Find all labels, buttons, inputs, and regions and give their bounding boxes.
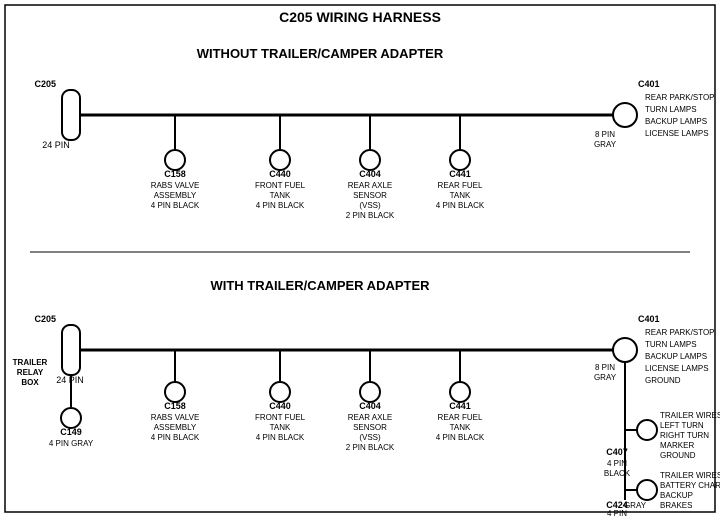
- c441-sub3-s2: 4 PIN BLACK: [436, 433, 485, 442]
- c404-sub-s2: REAR AXLE: [348, 413, 392, 422]
- c149-sub: 4 PIN GRAY: [49, 439, 94, 448]
- c401-sub-s2: 8 PIN: [595, 363, 615, 372]
- c158-sub-s1: RABS VALVE: [151, 181, 200, 190]
- c404-sub2-s1: SENSOR: [353, 191, 387, 200]
- c401-right5-s2: GROUND: [645, 376, 681, 385]
- c424-sub: 4 PIN: [607, 509, 627, 517]
- c401-right4-s1: LICENSE LAMPS: [645, 129, 709, 138]
- section2-label: WITH TRAILER/CAMPER ADAPTER: [210, 278, 430, 293]
- c440-id-s1: C440: [269, 169, 291, 179]
- c149-id: C149: [60, 427, 82, 437]
- c440-id-s2: C440: [269, 401, 291, 411]
- c401-id-s2: C401: [638, 314, 660, 324]
- c407-right4: MARKER: [660, 441, 694, 450]
- c401-sub2-s2: GRAY: [594, 373, 617, 382]
- c441-sub2-s1: TANK: [450, 191, 471, 200]
- c158-sub-s2: RABS VALVE: [151, 413, 200, 422]
- c404-id-s1: C404: [359, 169, 381, 179]
- c401-right1-s2: REAR PARK/STOP: [645, 328, 715, 337]
- c401-right2-s1: TURN LAMPS: [645, 105, 697, 114]
- c440-sub3-s1: 4 PIN BLACK: [256, 201, 305, 210]
- c440-sub2-s2: TANK: [270, 423, 291, 432]
- c158-sub2-s2: ASSEMBLY: [154, 423, 197, 432]
- c205-label-s2: C205: [34, 314, 56, 324]
- c424-right3: BACKUP: [660, 491, 693, 500]
- c404-sub2-s2: SENSOR: [353, 423, 387, 432]
- section1-label: WITHOUT TRAILER/CAMPER ADAPTER: [197, 46, 444, 61]
- c407-id: C407: [606, 447, 628, 457]
- c401-right4-s2: LICENSE LAMPS: [645, 364, 709, 373]
- c404-sub-s1: REAR AXLE: [348, 181, 392, 190]
- c205-label-s1: C205: [34, 79, 56, 89]
- c158-sub3-s1: 4 PIN BLACK: [151, 201, 200, 210]
- c407-right3: RIGHT TURN: [660, 431, 709, 440]
- c424-gray: GRAY: [624, 501, 647, 510]
- c441-id-s1: C441: [449, 169, 471, 179]
- wiring-diagram: C205 WIRING HARNESS WITHOUT TRAILER/CAMP…: [0, 0, 720, 517]
- c158-id-s1: C158: [164, 169, 186, 179]
- c424-right1: TRAILER WIRES: [660, 471, 720, 480]
- c401-right3-s2: BACKUP LAMPS: [645, 352, 707, 361]
- c401-sub-s1: 8 PIN: [595, 130, 615, 139]
- c440-sub-s1: FRONT FUEL: [255, 181, 306, 190]
- c441-sub2-s2: TANK: [450, 423, 471, 432]
- c407-sub2: BLACK: [604, 469, 631, 478]
- c441-id-s2: C441: [449, 401, 471, 411]
- c407-right1: TRAILER WIRES: [660, 411, 720, 420]
- c440-sub-s2: FRONT FUEL: [255, 413, 306, 422]
- c440-sub3-s2: 4 PIN BLACK: [256, 433, 305, 442]
- c158-sub2-s1: ASSEMBLY: [154, 191, 197, 200]
- c158-id-s2: C158: [164, 401, 186, 411]
- c424-right4: BRAKES: [660, 501, 692, 510]
- c404-sub3-s1: (VSS): [359, 201, 381, 210]
- c441-sub-s1: REAR FUEL: [438, 181, 483, 190]
- trailer-relay-label2: RELAY: [17, 368, 44, 377]
- c407-sub: 4 PIN: [607, 459, 627, 468]
- trailer-relay-label: TRAILER: [13, 358, 48, 367]
- trailer-relay-label3: BOX: [21, 378, 39, 387]
- c440-sub2-s1: TANK: [270, 191, 291, 200]
- c407-right5: GROUND: [660, 451, 696, 460]
- c404-sub4-s2: 2 PIN BLACK: [346, 443, 395, 452]
- c441-sub3-s1: 4 PIN BLACK: [436, 201, 485, 210]
- c401-right1-s1: REAR PARK/STOP: [645, 93, 715, 102]
- c404-sub3-s2: (VSS): [359, 433, 381, 442]
- c401-id-s1: C401: [638, 79, 660, 89]
- diagram-title: C205 WIRING HARNESS: [279, 9, 441, 25]
- c441-sub-s2: REAR FUEL: [438, 413, 483, 422]
- c404-id-s2: C404: [359, 401, 381, 411]
- c424-right2: BATTERY CHARGE: [660, 481, 720, 490]
- c404-sub4-s1: 2 PIN BLACK: [346, 211, 395, 220]
- c158-sub3-s2: 4 PIN BLACK: [151, 433, 200, 442]
- c401-sub2-s1: GRAY: [594, 140, 617, 149]
- c401-right2-s2: TURN LAMPS: [645, 340, 697, 349]
- c401-right3-s1: BACKUP LAMPS: [645, 117, 707, 126]
- c407-right2: LEFT TURN: [660, 421, 704, 430]
- c205-sub-s1: 24 PIN: [42, 140, 70, 150]
